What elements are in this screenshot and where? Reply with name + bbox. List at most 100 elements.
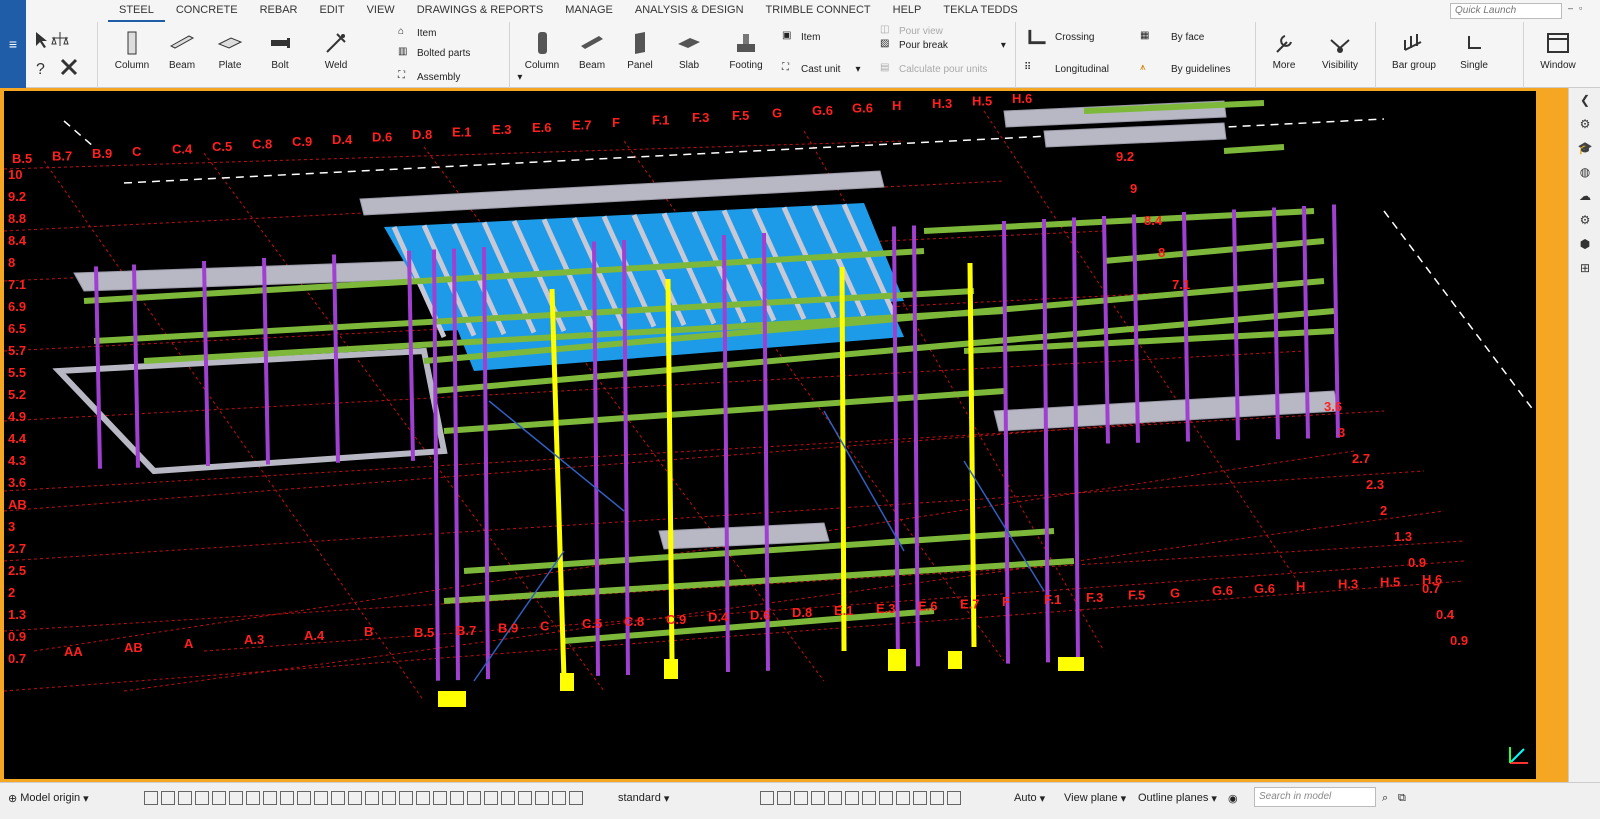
tab-drawings-reports[interactable]: DRAWINGS & REPORTS bbox=[406, 0, 555, 22]
bolted-parts-button[interactable]: ▥ Bolted parts bbox=[398, 44, 470, 62]
bolt-button[interactable]: Bolt bbox=[256, 30, 304, 71]
tab-trimble-connect[interactable]: TRIMBLE CONNECT bbox=[755, 0, 882, 22]
model-origin-dropdown[interactable]: ⊕ Model origin ▾ bbox=[8, 789, 89, 807]
crossing-button[interactable]: Crossing bbox=[1024, 28, 1094, 46]
calculate-pour-units-button[interactable]: ▤ Calculate pour units bbox=[880, 60, 987, 78]
snap-tool-icon[interactable] bbox=[246, 791, 260, 805]
tab-view[interactable]: VIEW bbox=[356, 0, 406, 22]
components-icon[interactable]: ⊞ bbox=[1569, 256, 1600, 280]
panel-button[interactable]: Panel bbox=[616, 30, 664, 71]
footing-button[interactable]: Footing bbox=[722, 30, 770, 71]
model-viewport[interactable]: B.5 B.7 B.9 C C.4 C.5 C.8 C.9 D.4 D.6 D.8 E.1 E.3 E.6… bbox=[4, 91, 1536, 779]
cloud-icon[interactable]: ☁ bbox=[1569, 184, 1600, 208]
snap-tool-icon[interactable] bbox=[416, 791, 430, 805]
steel-beam-button[interactable]: Beam bbox=[158, 30, 206, 71]
slab-button[interactable]: Slab bbox=[665, 30, 713, 71]
tab-help[interactable]: HELP bbox=[882, 0, 933, 22]
snap-tool-icon[interactable] bbox=[569, 791, 583, 805]
selection-tool-icon[interactable] bbox=[896, 791, 910, 805]
search-options-icon[interactable]: ⧉ bbox=[1398, 789, 1406, 807]
collapse-arrow-icon[interactable]: ❮ bbox=[1569, 88, 1600, 112]
snap-tool-icon[interactable] bbox=[297, 791, 311, 805]
snap-tool-icon[interactable] bbox=[484, 791, 498, 805]
left-grid-label: A.4 bbox=[304, 628, 325, 643]
snap-tool-icon[interactable] bbox=[331, 791, 345, 805]
property-icon[interactable]: ⚙ bbox=[1569, 112, 1600, 136]
quick-launch-input[interactable]: Quick Launch bbox=[1450, 3, 1562, 19]
pour-break-button[interactable]: ▨ Pour break ▾ bbox=[880, 36, 1006, 54]
snap-tool-icon[interactable] bbox=[501, 791, 515, 805]
selection-tool-icon[interactable] bbox=[947, 791, 961, 805]
selection-tool-icon[interactable] bbox=[794, 791, 808, 805]
selection-tool-icon[interactable] bbox=[879, 791, 893, 805]
more-button[interactable]: More bbox=[1260, 30, 1308, 71]
snap-tool-icon[interactable] bbox=[144, 791, 158, 805]
selection-tool-icon[interactable] bbox=[930, 791, 944, 805]
concrete-beam-button[interactable]: Beam bbox=[568, 30, 616, 71]
selection-tool-icon[interactable] bbox=[862, 791, 876, 805]
standard-dropdown[interactable]: standard ▾ bbox=[618, 789, 669, 807]
snap-tool-icon[interactable] bbox=[161, 791, 175, 805]
tab-tekla-tedds[interactable]: TEKLA TEDDS bbox=[932, 0, 1028, 22]
bar-group-button[interactable]: Bar group bbox=[1390, 30, 1438, 71]
longitudinal-button[interactable]: ⠿ Longitudinal bbox=[1024, 60, 1109, 78]
selection-tools-icon[interactable]: ? bbox=[30, 28, 90, 80]
snap-tool-icon[interactable] bbox=[518, 791, 532, 805]
concrete-column-button[interactable]: Column bbox=[518, 30, 566, 71]
window-button[interactable]: Window bbox=[1534, 30, 1582, 71]
search-in-model-input[interactable]: Search in model bbox=[1254, 787, 1376, 807]
snap-tool-icon[interactable] bbox=[280, 791, 294, 805]
tab-concrete[interactable]: CONCRETE bbox=[165, 0, 249, 22]
assembly-button[interactable]: ⛶ Assembly ▾ bbox=[398, 68, 522, 86]
tab-manage[interactable]: MANAGE bbox=[554, 0, 624, 22]
catalog-icon[interactable]: 🎓 bbox=[1569, 136, 1600, 160]
by-face-button[interactable]: ▦ By face bbox=[1140, 28, 1204, 46]
view-plane-dropdown[interactable]: View plane ▾ bbox=[1064, 789, 1126, 807]
auto-dropdown[interactable]: Auto ▾ bbox=[1014, 789, 1045, 807]
snap-tool-icon[interactable] bbox=[263, 791, 277, 805]
single-button[interactable]: Single bbox=[1450, 30, 1498, 71]
tab-analysis-design[interactable]: ANALYSIS & DESIGN bbox=[624, 0, 755, 22]
steel-column-button[interactable]: Column bbox=[108, 30, 156, 71]
snap-tool-icon[interactable] bbox=[535, 791, 549, 805]
selection-tool-icon[interactable] bbox=[845, 791, 859, 805]
snap-tool-icon[interactable] bbox=[195, 791, 209, 805]
concrete-item-button[interactable]: ▣ Item bbox=[782, 28, 820, 46]
snap-tool-icon[interactable] bbox=[433, 791, 447, 805]
snap-tool-icon[interactable] bbox=[467, 791, 481, 805]
search-icon[interactable]: ⌕ bbox=[1382, 789, 1388, 807]
snap-tool-icon[interactable] bbox=[212, 791, 226, 805]
selection-tool-icon[interactable] bbox=[913, 791, 927, 805]
settings-icon[interactable]: ⚙ bbox=[1569, 208, 1600, 232]
snap-tool-icon[interactable] bbox=[348, 791, 362, 805]
tab-rebar[interactable]: REBAR bbox=[249, 0, 309, 22]
minimize-icon[interactable]: – bbox=[1568, 3, 1573, 20]
tab-steel[interactable]: STEEL bbox=[108, 0, 165, 22]
maximize-icon[interactable]: ▫ bbox=[1579, 3, 1582, 20]
tab-edit[interactable]: EDIT bbox=[309, 0, 356, 22]
steel-plate-button[interactable]: Plate bbox=[206, 30, 254, 71]
steel-item-button[interactable]: ⌂ Item bbox=[398, 24, 436, 42]
snap-tool-icon[interactable] bbox=[450, 791, 464, 805]
snap-tool-icon[interactable] bbox=[552, 791, 566, 805]
outline-planes-dropdown[interactable]: Outline planes ▾ bbox=[1138, 789, 1217, 807]
snap-tool-icon[interactable] bbox=[314, 791, 328, 805]
weld-button[interactable]: Weld bbox=[312, 30, 360, 71]
visibility-button[interactable]: Visibility bbox=[1316, 30, 1364, 71]
3d-model-canvas[interactable]: B.5 B.7 B.9 C C.4 C.5 C.8 C.9 D.4 D.6 D.8 E.1 E.3 E.6… bbox=[4, 91, 1536, 779]
cast-unit-button[interactable]: ⛶ Cast unit ▾ bbox=[782, 60, 861, 78]
app-menu-button[interactable]: ≡ bbox=[0, 0, 26, 88]
cube-icon[interactable]: ⬢ bbox=[1569, 232, 1600, 256]
snap-tool-icon[interactable] bbox=[178, 791, 192, 805]
snap-tool-icon[interactable] bbox=[229, 791, 243, 805]
selection-tool-icon[interactable] bbox=[828, 791, 842, 805]
selection-tool-icon[interactable] bbox=[760, 791, 774, 805]
snap-tool-icon[interactable] bbox=[399, 791, 413, 805]
eye-icon[interactable]: ◉ bbox=[1228, 789, 1238, 807]
snap-tool-icon[interactable] bbox=[365, 791, 379, 805]
snap-tool-icon[interactable] bbox=[382, 791, 396, 805]
selection-tool-icon[interactable] bbox=[811, 791, 825, 805]
by-guidelines-button[interactable]: ⩚ By guidelines bbox=[1140, 60, 1230, 78]
globe-icon[interactable]: ◍ bbox=[1569, 160, 1600, 184]
selection-tool-icon[interactable] bbox=[777, 791, 791, 805]
